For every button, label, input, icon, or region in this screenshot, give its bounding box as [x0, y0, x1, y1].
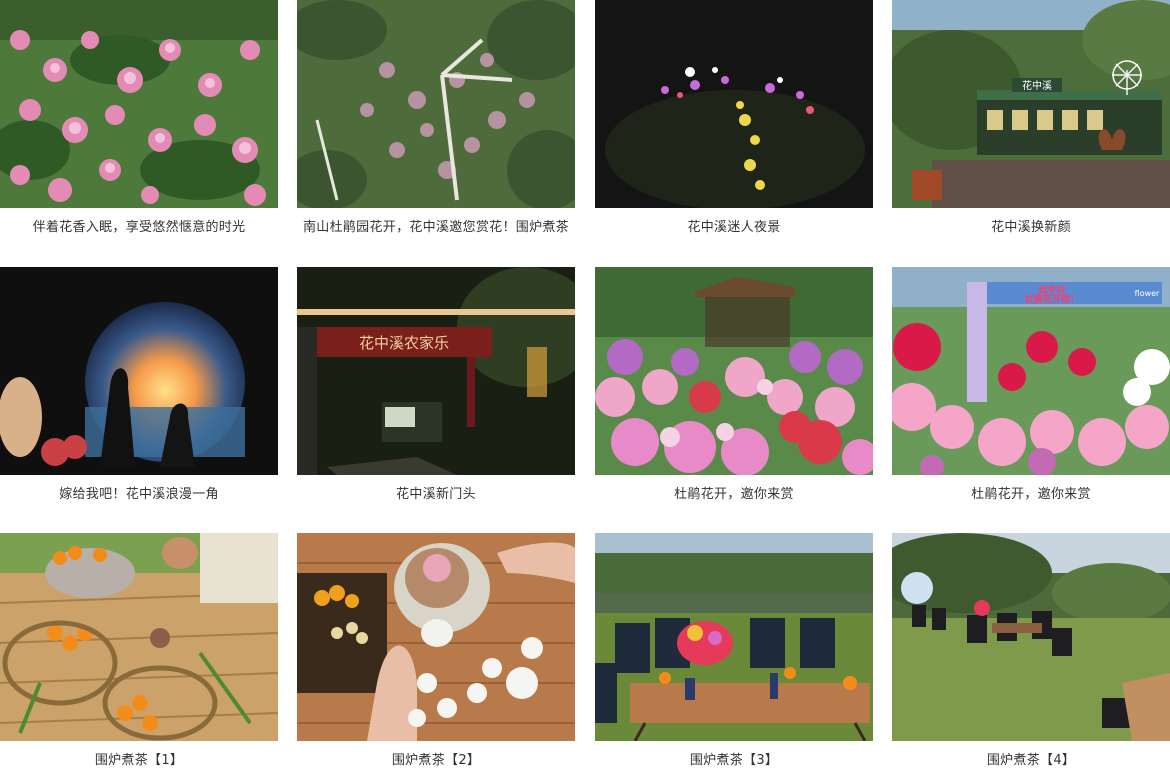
photo-caption[interactable]: 嫁给我吧！花中溪浪漫一角 [0, 485, 278, 504]
photo-caption[interactable]: 围炉煮茶【1】 [0, 751, 278, 770]
archway-text: flower [1135, 289, 1160, 298]
pavilion-sign-text: 花中溪 [1022, 79, 1052, 92]
photo-romantic-corner[interactable] [0, 267, 278, 475]
photo-caption[interactable]: 围炉煮茶【4】 [892, 751, 1170, 770]
photo-caption[interactable]: 花中溪新门头 [297, 485, 575, 504]
photo-new-look[interactable]: 花中溪 [892, 0, 1170, 208]
photo-azalea-festival[interactable]: 炫牛村 杜鹃花开啦！ flower [892, 267, 1170, 475]
photo-caption[interactable]: 围炉煮茶【3】 [595, 751, 873, 770]
gallery-card-11[interactable]: 围炉煮茶【3】 [595, 533, 873, 770]
photo-azalea-pavilion[interactable] [595, 267, 873, 475]
gallery-card-8[interactable]: 炫牛村 杜鹃花开啦！ flower 杜鹃花开，邀你来赏 [892, 267, 1170, 504]
entrance-sign-text: 花中溪农家乐 [359, 334, 449, 352]
gallery-card-3[interactable]: 花中溪迷人夜景 [595, 0, 873, 237]
photo-caption[interactable]: 杜鹃花开，邀你来赏 [595, 485, 873, 504]
gallery-card-9[interactable]: 围炉煮茶【1】 [0, 533, 278, 770]
gallery-card-6[interactable]: 花中溪农家乐 花中溪新门头 [297, 267, 575, 504]
photo-caption[interactable]: 杜鹃花开，邀你来赏 [892, 485, 1170, 504]
photo-tea-3[interactable] [595, 533, 873, 741]
photo-caption[interactable]: 围炉煮茶【2】 [297, 751, 575, 770]
photo-tea-2[interactable] [297, 533, 575, 741]
festival-banner-line2: 杜鹃花开啦！ [1025, 293, 1079, 305]
photo-azalea-garden-aerial[interactable] [297, 0, 575, 208]
gallery-card-2[interactable]: 南山杜鹃园花开，花中溪邀您赏花！围炉煮茶 [297, 0, 575, 237]
gallery-card-4[interactable]: 花中溪 花中溪换新颜 [892, 0, 1170, 237]
gallery-card-7[interactable]: 杜鹃花开，邀你来赏 [595, 267, 873, 504]
photo-new-entrance[interactable]: 花中溪农家乐 [297, 267, 575, 475]
photo-night-scene[interactable] [595, 0, 873, 208]
photo-gallery: 伴着花香入眠，享受悠然惬意的时光 南山杜鹃园花开，花中溪邀您赏花！围炉煮茶 花中… [0, 0, 1170, 775]
gallery-card-12[interactable]: 围炉煮茶【4】 [892, 533, 1170, 770]
photo-caption[interactable]: 花中溪换新颜 [892, 218, 1170, 237]
photo-tea-1[interactable] [0, 533, 278, 741]
gallery-card-10[interactable]: 围炉煮茶【2】 [297, 533, 575, 770]
photo-caption[interactable]: 伴着花香入眠，享受悠然惬意的时光 [0, 218, 278, 237]
photo-tea-4[interactable] [892, 533, 1170, 741]
photo-caption[interactable]: 花中溪迷人夜景 [595, 218, 873, 237]
gallery-card-1[interactable]: 伴着花香入眠，享受悠然惬意的时光 [0, 0, 278, 237]
gallery-card-5[interactable]: 嫁给我吧！花中溪浪漫一角 [0, 267, 278, 504]
photo-caption[interactable]: 南山杜鹃园花开，花中溪邀您赏花！围炉煮茶 [297, 218, 575, 237]
photo-azalea-bedroom-view[interactable] [0, 0, 278, 208]
